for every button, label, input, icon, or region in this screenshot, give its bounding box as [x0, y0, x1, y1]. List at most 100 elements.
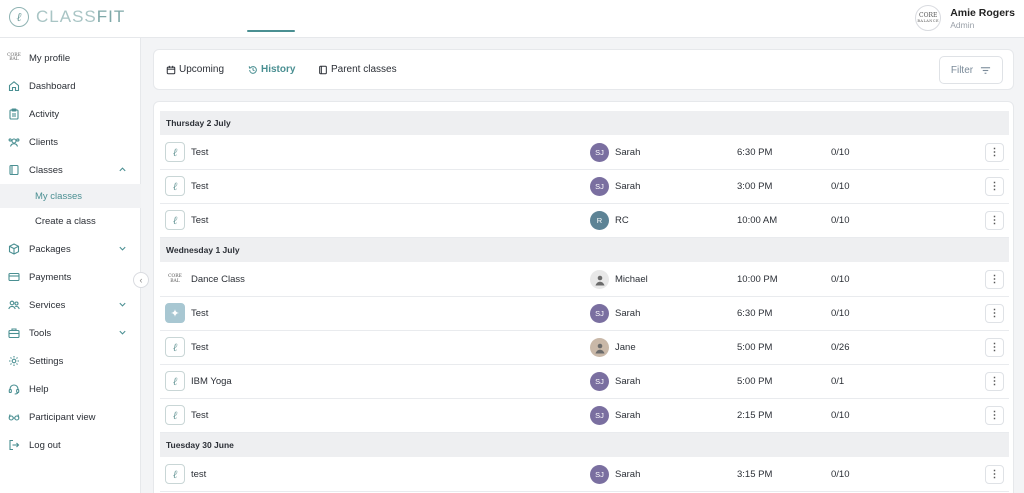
sidebar-item-label: Services	[29, 299, 66, 311]
table-row[interactable]: ℓ Test SJ Sarah 3:00 PM 0/10 ⋮	[160, 170, 1009, 204]
sidebar-item-log-out[interactable]: Log out	[0, 433, 141, 457]
top-bar: ℓ CLASSFIT CORE BALANCE Amie Rogers Admin	[0, 0, 1024, 38]
core-balance-logo-icon: CORE BAL	[7, 52, 21, 62]
table-row[interactable]: ✦ Test SJ Sarah 6:30 PM 0/10 ⋮	[160, 297, 1009, 331]
chevron-down-icon[interactable]	[118, 300, 127, 309]
toolbox-icon	[8, 327, 20, 339]
instructor-name: Sarah	[615, 410, 641, 421]
calendar-icon	[166, 65, 176, 74]
chevron-up-icon[interactable]	[118, 165, 127, 174]
sidebar-item-my-profile[interactable]: CORE BAL My profile	[0, 46, 141, 70]
class-name: IBM Yoga	[191, 376, 232, 387]
sidebar-item-packages[interactable]: Packages	[0, 237, 141, 261]
table-row[interactable]: ℓ Test Jane 5:00 PM 0/26 ⋮	[160, 331, 1009, 365]
instructor-name: Sarah	[615, 308, 641, 319]
clients-icon	[8, 136, 20, 148]
classfit-logo-icon: ℓ	[165, 371, 185, 391]
class-time: 5:00 PM	[737, 342, 773, 353]
more-vertical-icon: ⋮	[989, 181, 1000, 192]
class-name: Test	[191, 410, 209, 421]
class-name: Test	[191, 215, 209, 226]
class-name: Test	[191, 308, 209, 319]
instructor-name: Sarah	[615, 376, 641, 387]
tabs-bar: Upcoming History Parent classes Filter	[153, 49, 1014, 90]
classfit-logo-icon: ℓ	[165, 142, 185, 162]
more-vertical-icon: ⋮	[989, 410, 1000, 421]
class-capacity: 0/10	[831, 181, 850, 192]
sidebar-item-services[interactable]: Services	[0, 293, 141, 317]
sidebar-item-activity[interactable]: Activity	[0, 102, 141, 126]
class-time: 6:30 PM	[737, 308, 773, 319]
brand[interactable]: ℓ CLASSFIT	[9, 7, 125, 27]
more-options-button[interactable]: ⋮	[985, 465, 1004, 484]
table-row[interactable]: CORE BAL Dance Class Michael 10:00 PM 0/10 ⋮	[160, 263, 1009, 297]
filter-button[interactable]: Filter	[939, 56, 1003, 84]
class-time: 3:00 PM	[737, 181, 773, 192]
more-options-button[interactable]: ⋮	[985, 372, 1004, 391]
class-time: 5:00 PM	[737, 376, 773, 387]
tab-upcoming[interactable]: Upcoming	[166, 64, 224, 75]
tab-history[interactable]: History	[248, 64, 295, 75]
glasses-icon	[8, 411, 20, 423]
day-header: Thursday 2 July	[160, 111, 1009, 135]
more-options-button[interactable]: ⋮	[985, 406, 1004, 425]
more-options-button[interactable]: ⋮	[985, 270, 1004, 289]
table-row[interactable]: ℓ Test SJ Sarah 2:15 PM 0/10 ⋮	[160, 399, 1009, 433]
sidebar-item-help[interactable]: Help	[0, 377, 141, 401]
table-row[interactable]: ℓ IBM Yoga SJ Sarah 5:00 PM 0/1 ⋮	[160, 365, 1009, 399]
logout-icon	[8, 439, 20, 451]
classfit-logo-icon: ℓ	[165, 405, 185, 425]
collapse-sidebar-button[interactable]: ‹	[133, 272, 149, 288]
class-capacity: 0/10	[831, 469, 850, 480]
more-vertical-icon: ⋮	[989, 376, 1000, 387]
instructor-name: RC	[615, 215, 629, 226]
sidebar-item-label: My profile	[29, 52, 71, 64]
gear-icon	[8, 355, 20, 367]
class-capacity: 0/10	[831, 308, 850, 319]
chevron-down-icon[interactable]	[118, 328, 127, 337]
box-icon	[8, 243, 20, 255]
tab-parent-classes[interactable]: Parent classes	[318, 64, 397, 75]
sidebar-subitem-create-a-class[interactable]: Create a class	[0, 209, 141, 233]
class-capacity: 0/10	[831, 215, 850, 226]
sidebar-item-classes[interactable]: Classes	[0, 158, 141, 182]
classfit-logo-icon: ℓ	[165, 464, 185, 484]
sidebar-item-settings[interactable]: Settings	[0, 349, 141, 373]
history-icon	[248, 65, 257, 74]
user-menu[interactable]: CORE BALANCE Amie Rogers Admin	[915, 5, 1015, 31]
class-time: 10:00 PM	[737, 274, 778, 285]
more-vertical-icon: ⋮	[989, 308, 1000, 319]
more-options-button[interactable]: ⋮	[985, 143, 1004, 162]
more-options-button[interactable]: ⋮	[985, 177, 1004, 196]
sidebar-item-label: Payments	[29, 271, 72, 283]
table-row[interactable]: ℓ test SJ Sarah 3:15 PM 0/10 ⋮	[160, 458, 1009, 492]
classfit-logo-icon: ℓ	[165, 337, 185, 357]
class-name: Test	[191, 147, 209, 158]
class-time: 6:30 PM	[737, 147, 773, 158]
sidebar-subitem-my-classes[interactable]: My classes	[0, 184, 141, 208]
more-options-button[interactable]: ⋮	[985, 304, 1004, 323]
home-icon	[8, 80, 20, 92]
sidebar-item-dashboard[interactable]: Dashboard	[0, 74, 141, 98]
more-options-button[interactable]: ⋮	[985, 338, 1004, 357]
classfit-logo-icon: ℓ	[165, 176, 185, 196]
sidebar-item-tools[interactable]: Tools	[0, 321, 141, 345]
sidebar-item-participant-view[interactable]: Participant view	[0, 405, 141, 429]
day-header: Tuesday 30 June	[160, 433, 1009, 457]
sidebar-item-label: Help	[29, 383, 49, 395]
brand-name: CLASSFIT	[36, 7, 126, 26]
more-options-button[interactable]: ⋮	[985, 211, 1004, 230]
sidebar-item-label: Log out	[29, 439, 61, 451]
sidebar-item-payments[interactable]: Payments	[0, 265, 141, 289]
sidebar-item-label: Activity	[29, 108, 60, 120]
table-row[interactable]: ℓ Test SJ Sarah 6:30 PM 0/10 ⋮	[160, 136, 1009, 170]
chevron-down-icon[interactable]	[118, 244, 127, 253]
table-row[interactable]: ℓ Test R RC 10:00 AM 0/10 ⋮	[160, 204, 1009, 238]
sidebar-item-label: Clients	[29, 136, 59, 148]
class-time: 2:15 PM	[737, 410, 773, 421]
book-icon	[8, 164, 20, 176]
sidebar-item-clients[interactable]: Clients	[0, 130, 141, 154]
avatar: SJ	[590, 143, 609, 162]
sidebar-item-label: Tools	[29, 327, 52, 339]
chevron-left-icon: ‹	[139, 275, 143, 285]
